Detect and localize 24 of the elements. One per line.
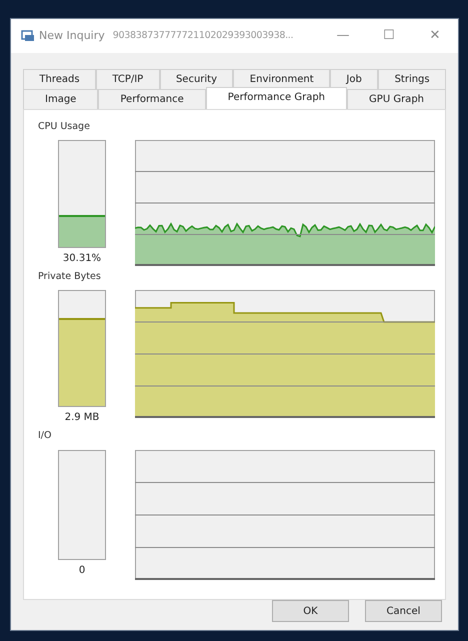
tab[interactable]: Image	[23, 88, 98, 109]
ok-button[interactable]: OK	[272, 600, 349, 622]
tab[interactable]: Job	[330, 68, 378, 89]
section-label: I/O	[38, 429, 52, 444]
meter-reading: 0	[78, 564, 86, 578]
tab[interactable]: Threads	[23, 68, 96, 89]
tab[interactable]: Environment	[233, 68, 330, 89]
tab[interactable]: Performance Graph	[206, 86, 348, 109]
window-title: New Inquiry	[39, 28, 105, 44]
tab[interactable]: GPU Graph	[347, 88, 446, 109]
meter-reading: 30.31%	[62, 252, 102, 266]
tab[interactable]: TCP/IP	[96, 68, 160, 89]
window-app-icon	[21, 30, 35, 42]
tab[interactable]: Strings	[378, 68, 446, 89]
tab[interactable]: Performance	[98, 88, 206, 109]
minimize-button[interactable]: —	[320, 25, 366, 47]
tab[interactable]: Security	[160, 68, 234, 89]
window-subtitle: 903838737777721102029393003938...	[112, 28, 294, 43]
meter-reading: 2.9 MB	[64, 411, 100, 426]
section-label: Private Bytes	[38, 270, 102, 284]
close-button[interactable]: ✕	[412, 25, 458, 47]
section-label: CPU Usage	[38, 120, 91, 134]
maximize-button[interactable]: ☐	[366, 25, 412, 47]
cancel-button[interactable]: Cancel	[365, 600, 442, 622]
